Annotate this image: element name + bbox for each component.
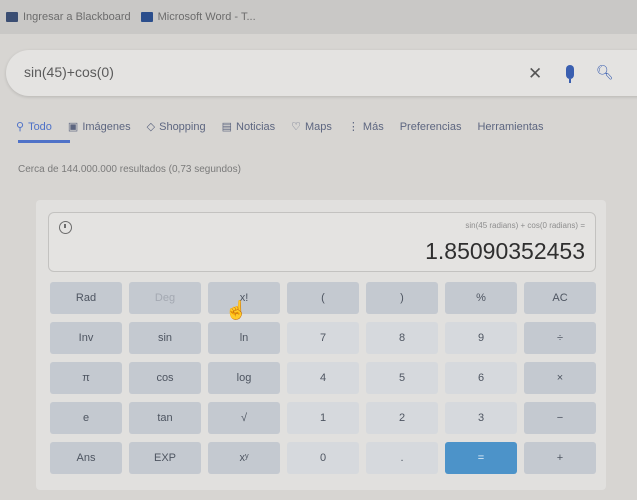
search-icon[interactable]: 🔍︎ xyxy=(596,64,614,81)
microphone-icon[interactable] xyxy=(566,65,574,83)
key-9[interactable]: 9 xyxy=(445,322,517,354)
bookmarks-bar: Ingresar a Blackboard Microsoft Word - T… xyxy=(0,0,637,34)
key-1[interactable]: 1 xyxy=(287,402,359,434)
key-8[interactable]: 8 xyxy=(366,322,438,354)
key-deg[interactable]: Deg xyxy=(129,282,201,314)
results-count: Cerca de 144.000.000 resultados (0,73 se… xyxy=(18,164,241,175)
key-rad[interactable]: Rad xyxy=(50,282,122,314)
key-exp[interactable]: EXP xyxy=(129,442,201,474)
key-add[interactable]: + xyxy=(524,442,596,474)
bookmark-blackboard[interactable]: Ingresar a Blackboard xyxy=(6,11,131,23)
calculator: sin(45 radians) + cos(0 radians) = 1.850… xyxy=(36,200,606,490)
search-tabs: ⚲ Todo ▣ Imágenes ◇ Shopping ▤ Noticias ♡ Map… xyxy=(16,120,544,134)
key-sqrt[interactable]: √ xyxy=(208,402,280,434)
close-icon[interactable]: ✕ xyxy=(528,64,542,84)
key-decimal[interactable]: . xyxy=(366,442,438,474)
calculator-expression: sin(45 radians) + cos(0 radians) = xyxy=(465,221,585,230)
tab-imagenes[interactable]: ▣ Imágenes xyxy=(67,120,131,134)
key-divide[interactable]: ÷ xyxy=(524,322,596,354)
key-3[interactable]: 3 xyxy=(445,402,517,434)
word-icon xyxy=(140,12,153,22)
bookmark-word[interactable]: Microsoft Word - T... xyxy=(140,11,256,23)
key-2[interactable]: 2 xyxy=(366,402,438,434)
key-6[interactable]: 6 xyxy=(445,362,517,394)
key-clear[interactable]: AC xyxy=(524,282,596,314)
key-inv[interactable]: Inv xyxy=(50,322,122,354)
search-icon: ⚲ xyxy=(16,121,25,133)
bookmark-label: Ingresar a Blackboard xyxy=(23,11,131,23)
search-bar: ✕ 🔍︎ xyxy=(6,50,637,96)
key-tan[interactable]: tan xyxy=(129,402,201,434)
key-cos[interactable]: cos xyxy=(129,362,201,394)
tab-herramientas[interactable]: Herramientas xyxy=(477,120,543,133)
calculator-keypad: Rad Deg x! ( ) % AC Inv sin ln 7 8 9 ÷ π… xyxy=(50,282,596,474)
tab-todo[interactable]: ⚲ Todo xyxy=(16,120,52,134)
key-log[interactable]: log xyxy=(208,362,280,394)
map-pin-icon: ♡ xyxy=(291,121,302,133)
key-power[interactable]: xʸ xyxy=(208,442,280,474)
key-sin[interactable]: sin xyxy=(129,322,201,354)
more-icon: ⋮ xyxy=(347,121,359,133)
key-4[interactable]: 4 xyxy=(287,362,359,394)
key-7[interactable]: 7 xyxy=(287,322,359,354)
calculator-display: sin(45 radians) + cos(0 radians) = 1.850… xyxy=(48,212,596,272)
mouse-cursor-icon: ☝ xyxy=(225,300,248,320)
key-ln[interactable]: ln xyxy=(208,322,280,354)
blackboard-icon xyxy=(6,12,18,22)
key-equals[interactable]: = xyxy=(445,442,517,474)
tab-mas[interactable]: ⋮ Más xyxy=(347,120,384,134)
key-e[interactable]: e xyxy=(50,402,122,434)
history-icon[interactable] xyxy=(59,221,72,234)
tab-shopping[interactable]: ◇ Shopping xyxy=(146,120,206,134)
active-tab-indicator xyxy=(18,140,70,143)
search-input[interactable] xyxy=(22,63,406,81)
image-icon: ▣ xyxy=(67,121,79,133)
news-icon: ▤ xyxy=(221,121,233,133)
key-open-paren[interactable]: ( xyxy=(287,282,359,314)
tab-maps[interactable]: ♡ Maps xyxy=(291,120,332,134)
bookmark-label: Microsoft Word - T... xyxy=(157,11,256,23)
key-close-paren[interactable]: ) xyxy=(366,282,438,314)
key-percent[interactable]: % xyxy=(445,282,517,314)
key-multiply[interactable]: × xyxy=(524,362,596,394)
tab-preferencias[interactable]: Preferencias xyxy=(400,120,462,133)
key-5[interactable]: 5 xyxy=(366,362,438,394)
key-subtract[interactable]: − xyxy=(524,402,596,434)
tag-icon: ◇ xyxy=(146,121,156,133)
key-pi[interactable]: π xyxy=(50,362,122,394)
key-0[interactable]: 0 xyxy=(287,442,359,474)
calculator-result: 1.85090352453 xyxy=(425,238,585,264)
tab-noticias[interactable]: ▤ Noticias xyxy=(221,120,276,134)
key-ans[interactable]: Ans xyxy=(50,442,122,474)
